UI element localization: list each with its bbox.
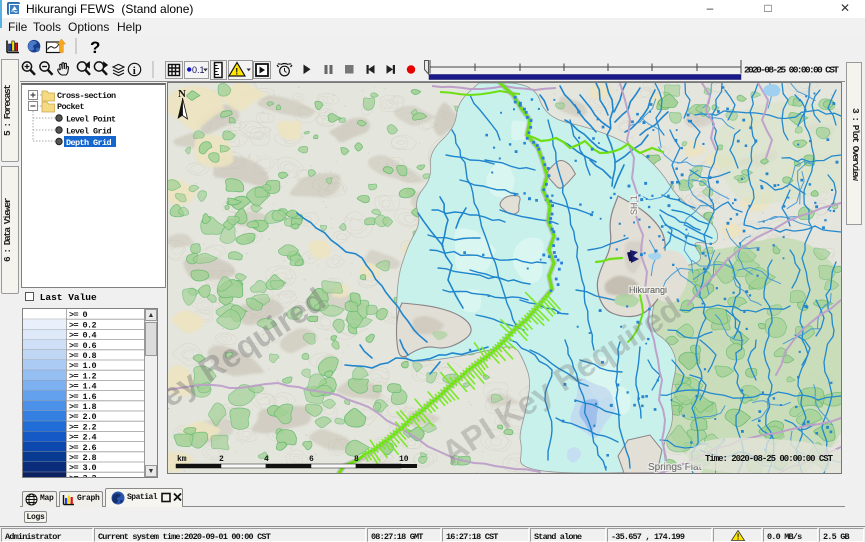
svg-text:>= 1.2: >= 1.2 <box>69 371 97 381</box>
svg-text:2: 2 <box>219 455 224 464</box>
svg-text:Pocket: Pocket <box>57 102 85 112</box>
svg-text:>= 1.8: >= 1.8 <box>69 402 97 412</box>
svg-text:>= 1.0: >= 1.0 <box>69 361 97 371</box>
svg-text:10: 10 <box>399 455 409 464</box>
svg-text:>= 2.4: >= 2.4 <box>69 433 97 443</box>
svg-text:Level Point: Level Point <box>66 115 116 125</box>
svg-text:N: N <box>178 88 186 100</box>
svg-text:>= 2.8: >= 2.8 <box>69 453 97 463</box>
svg-text:>= 0.8: >= 0.8 <box>69 351 97 361</box>
svg-text:>= 3.2: >= 3.2 <box>69 473 97 477</box>
svg-text:4: 4 <box>264 455 269 464</box>
svg-text:>= 2.0: >= 2.0 <box>69 412 97 422</box>
svg-text:>= 0.6: >= 0.6 <box>69 341 97 351</box>
svg-text:Cross-section: Cross-section <box>57 91 116 101</box>
svg-text:!: ! <box>235 67 238 77</box>
svg-text:6: 6 <box>309 455 314 464</box>
svg-text:SH 1: SH 1 <box>629 195 639 215</box>
svg-text:8: 8 <box>354 455 359 464</box>
svg-text:>= 0.2: >= 0.2 <box>69 320 97 330</box>
svg-text:>= 2.2: >= 2.2 <box>69 422 97 432</box>
svg-text:>= 0: >= 0 <box>69 310 88 320</box>
svg-text:>= 3.0: >= 3.0 <box>69 463 97 473</box>
svg-text:2020-08-25 00:00:00 CST: 2020-08-25 00:00:00 CST <box>744 65 839 76</box>
svg-text:>= 1.4: >= 1.4 <box>69 382 97 392</box>
svg-text:!: ! <box>737 533 739 542</box>
svg-text:>= 1.6: >= 1.6 <box>69 392 97 402</box>
svg-text:Level Grid: Level Grid <box>66 127 112 137</box>
svg-text:0.1: 0.1 <box>192 65 205 75</box>
svg-text:>= 2.6: >= 2.6 <box>69 443 97 453</box>
svg-text:Depth Grid: Depth Grid <box>66 138 112 148</box>
svg-text:i: i <box>133 65 136 77</box>
svg-text:>= 0.4: >= 0.4 <box>69 331 97 341</box>
svg-text:Time: 2020-08-25 00:00:00 CST: Time: 2020-08-25 00:00:00 CST <box>705 454 834 464</box>
svg-text:km: km <box>177 455 187 464</box>
svg-text:?: ? <box>90 38 100 57</box>
